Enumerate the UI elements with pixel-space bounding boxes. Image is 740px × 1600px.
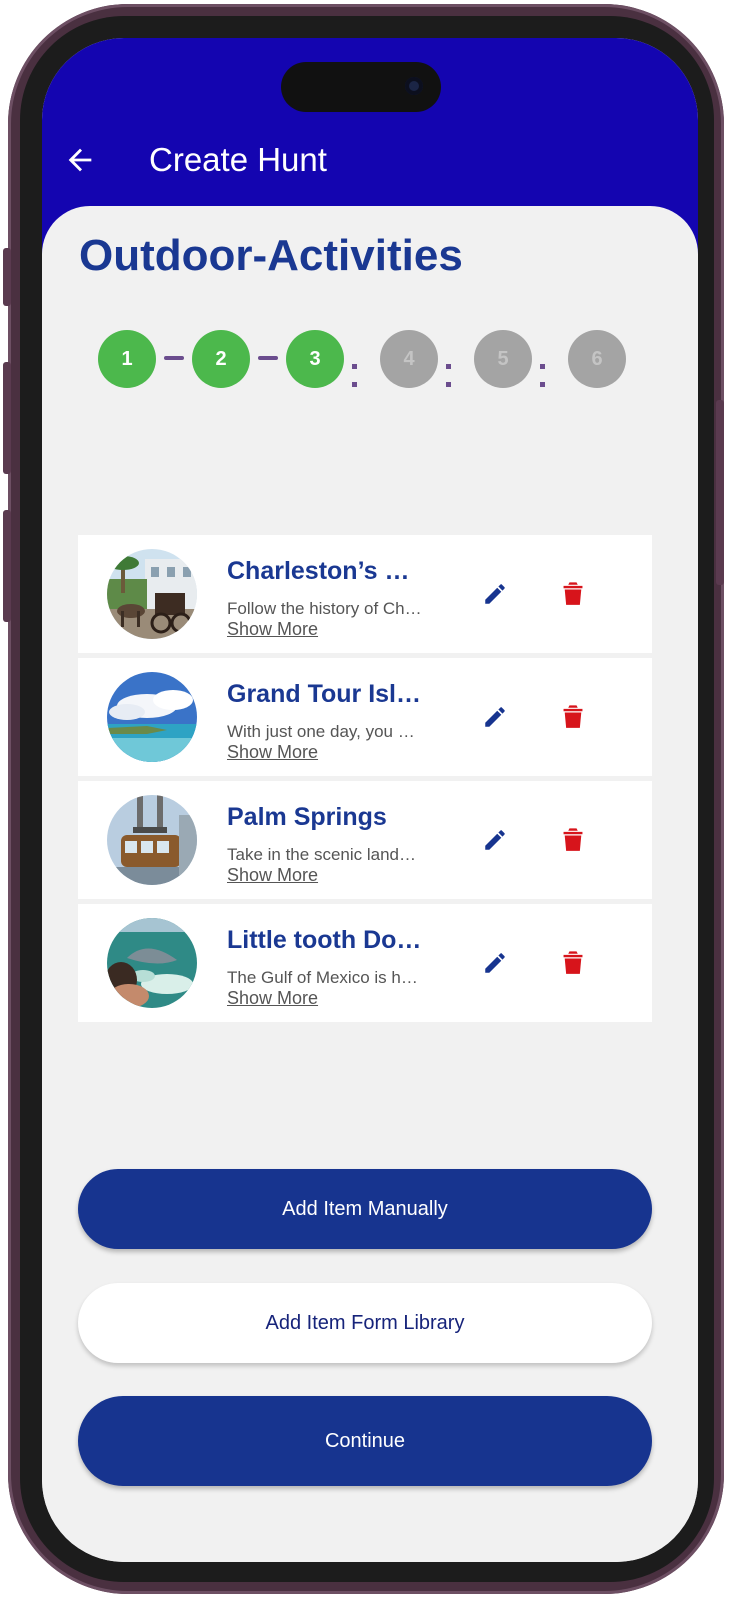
pencil-icon[interactable] bbox=[482, 950, 508, 976]
phone-power-button bbox=[716, 400, 724, 585]
show-more-link[interactable]: Show More bbox=[227, 988, 318, 1009]
item-title: Grand Tour Island bbox=[227, 680, 423, 708]
item-title: Charleston’s Horse Carriage Tour bbox=[227, 557, 423, 585]
trash-icon[interactable] bbox=[562, 580, 584, 606]
step-6[interactable]: 6 bbox=[568, 330, 626, 388]
phone-action-button bbox=[3, 248, 11, 306]
step-1[interactable]: 1 bbox=[98, 330, 156, 388]
trash-icon[interactable] bbox=[562, 949, 584, 975]
add-item-manually-button[interactable]: Add Item Manually bbox=[78, 1169, 652, 1249]
step-5[interactable]: 5 bbox=[474, 330, 532, 388]
step-connector-dotted bbox=[540, 356, 554, 387]
step-connector bbox=[164, 356, 184, 360]
back-button[interactable] bbox=[60, 138, 100, 182]
step-4[interactable]: 4 bbox=[380, 330, 438, 388]
item-thumbnail bbox=[107, 672, 197, 762]
phone-volume-up-button bbox=[3, 362, 11, 474]
item-title: Palm Springs bbox=[227, 803, 387, 831]
item-description: The Gulf of Mexico is home bbox=[227, 968, 423, 987]
list-item[interactable]: Little tooth Dolphin The Gulf of Mexico … bbox=[78, 904, 652, 1022]
show-more-link[interactable]: Show More bbox=[227, 742, 318, 763]
item-thumbnail bbox=[107, 549, 197, 639]
item-description: With just one day, you can explore bbox=[227, 722, 423, 741]
trash-icon[interactable] bbox=[562, 826, 584, 852]
pencil-icon[interactable] bbox=[482, 581, 508, 607]
pencil-icon[interactable] bbox=[482, 704, 508, 730]
show-more-link[interactable]: Show More bbox=[227, 865, 318, 886]
phone-volume-down-button bbox=[3, 510, 11, 622]
item-description: Take in the scenic landscape bbox=[227, 845, 423, 864]
step-connector bbox=[258, 356, 278, 360]
app-bar-title: Create Hunt bbox=[149, 141, 327, 178]
arrow-left-icon bbox=[68, 148, 92, 172]
list-item[interactable]: Charleston’s Horse Carriage Tour Follow … bbox=[78, 535, 652, 653]
camera-icon bbox=[405, 77, 423, 95]
item-thumbnail bbox=[107, 918, 197, 1008]
item-thumbnail bbox=[107, 795, 197, 885]
list-item[interactable]: Palm Springs Take in the scenic landscap… bbox=[78, 781, 652, 899]
app-screen: Create Hunt Outdoor-Activities 1 2 3 4 5… bbox=[42, 38, 698, 1562]
continue-button[interactable]: Continue bbox=[78, 1396, 652, 1486]
show-more-link[interactable]: Show More bbox=[227, 619, 318, 640]
pencil-icon[interactable] bbox=[482, 827, 508, 853]
item-description: Follow the history of Charleston bbox=[227, 599, 423, 618]
dynamic-island bbox=[281, 62, 441, 112]
step-2[interactable]: 2 bbox=[192, 330, 250, 388]
step-3[interactable]: 3 bbox=[286, 330, 344, 388]
item-title: Little tooth Dolphin bbox=[227, 926, 423, 954]
trash-icon[interactable] bbox=[562, 703, 584, 729]
hunt-title: Outdoor-Activities bbox=[79, 231, 463, 280]
step-connector-dotted bbox=[446, 356, 460, 387]
list-item[interactable]: Grand Tour Island With just one day, you… bbox=[78, 658, 652, 776]
step-connector-dotted bbox=[352, 356, 366, 387]
add-item-from-library-button[interactable]: Add Item Form Library bbox=[78, 1283, 652, 1363]
